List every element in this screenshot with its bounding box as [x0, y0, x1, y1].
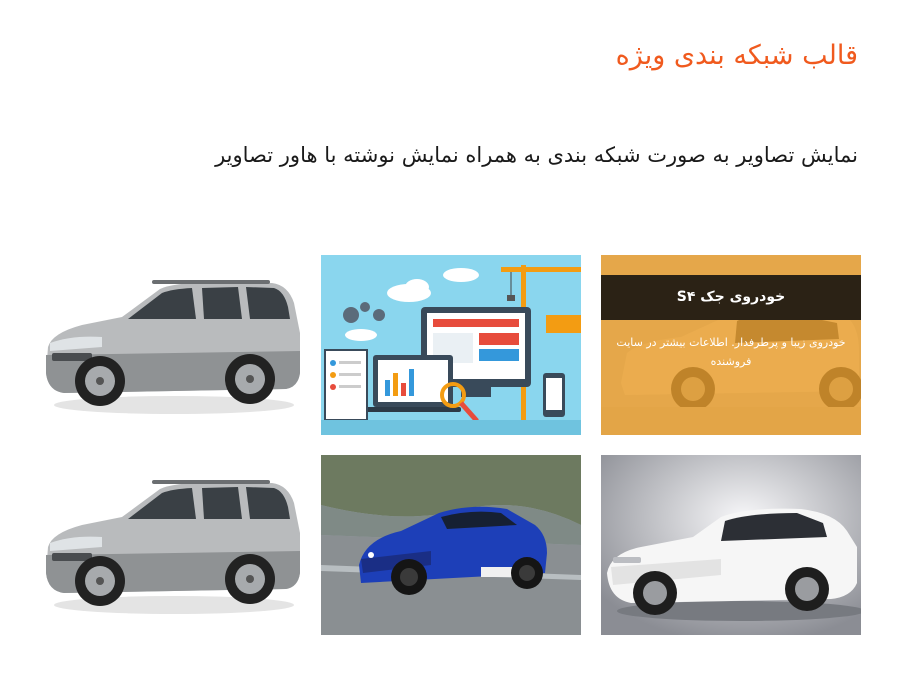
silver-suv-image [42, 455, 302, 635]
page-subtitle: نمایش تصاویر به صورت شبکه بندی به همراه … [215, 143, 858, 167]
white-sedan-image [601, 455, 861, 635]
hover-title: خودروی جک S۴ [601, 275, 861, 320]
gallery-tile-silver-suv-1[interactable] [42, 255, 302, 435]
gallery-tile-silver-suv-2[interactable] [42, 455, 302, 635]
gallery-tile-jac-s4-hover[interactable]: خودروی جک S۴ خودروی زیبا و پرطرفدار. اطل… [601, 255, 861, 435]
gallery-tile-blue-sports-car[interactable] [321, 455, 581, 635]
web-development-illustration [321, 255, 581, 435]
gallery-tile-web-illustration[interactable] [321, 255, 581, 435]
page-title: قالب شبکه بندی ویژه [615, 40, 858, 71]
silver-suv-image [42, 255, 302, 435]
gallery-tile-white-sedan[interactable] [601, 455, 861, 635]
hover-description: خودروی زیبا و پرطرفدار. اطلاعات بیشتر در… [616, 336, 846, 368]
blue-sports-car-image [321, 455, 581, 635]
